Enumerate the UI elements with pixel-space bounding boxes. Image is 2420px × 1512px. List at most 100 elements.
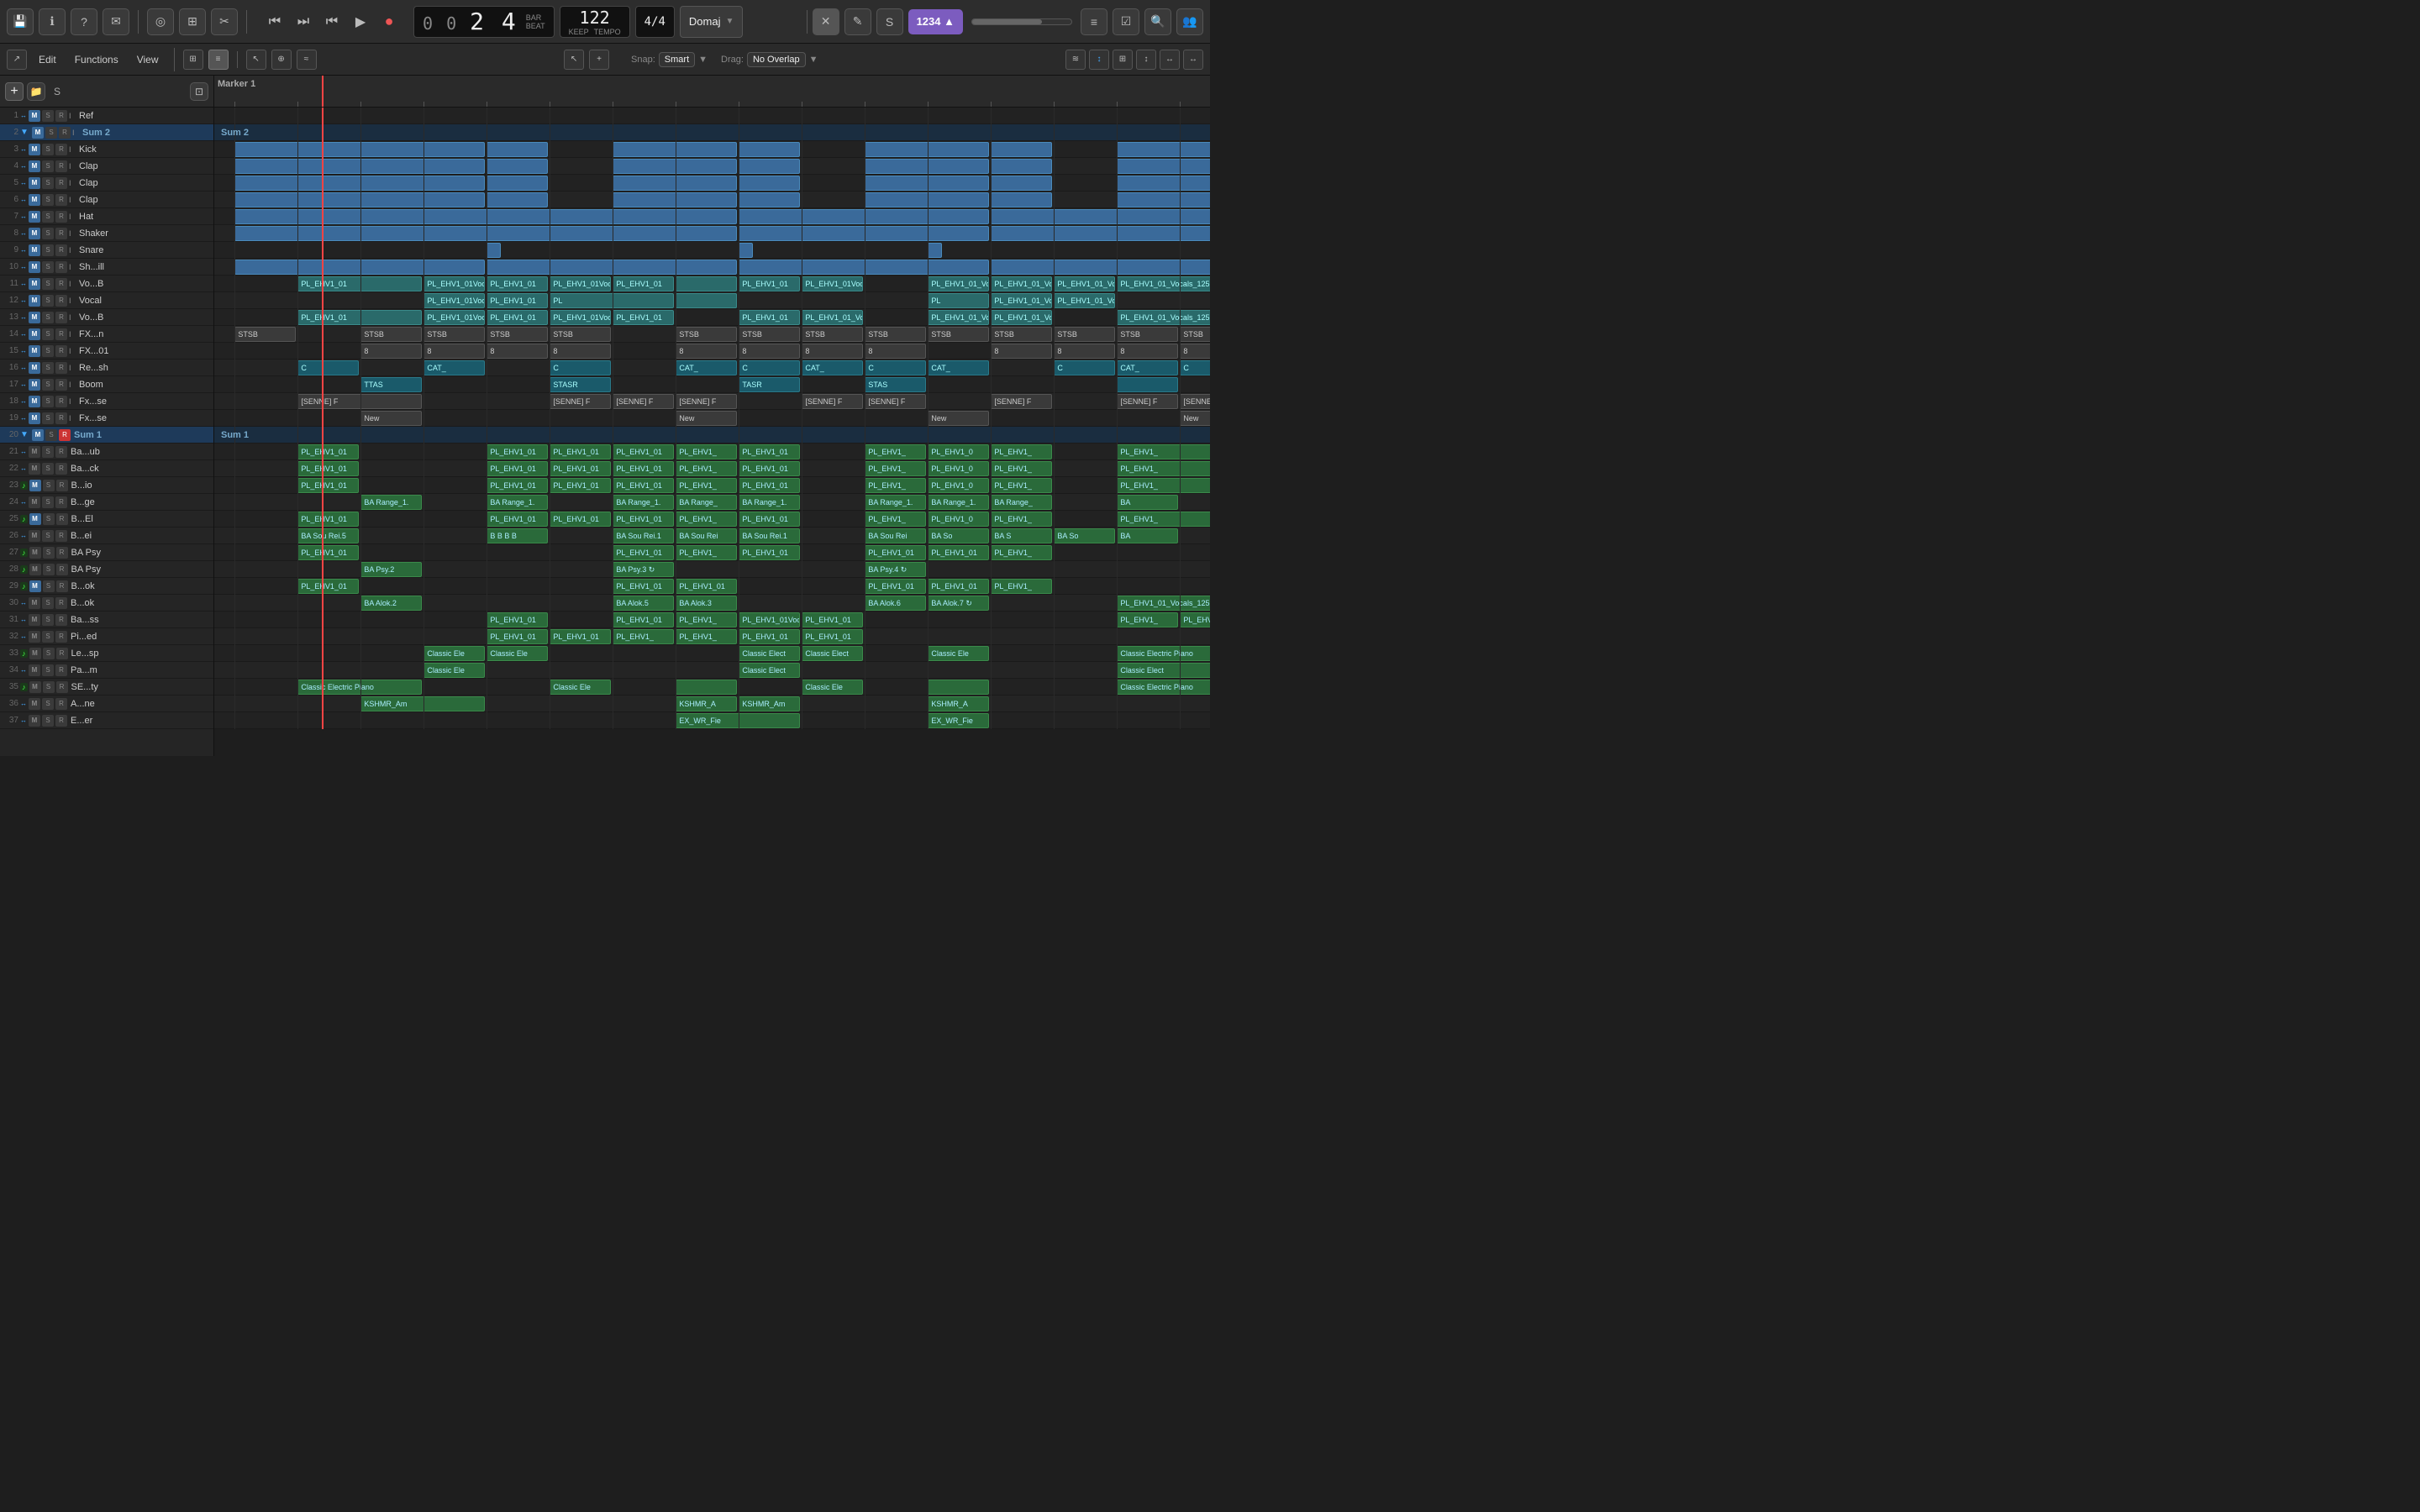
clip-35-5[interactable]: Classic Electric Piano <box>1117 680 1210 695</box>
clip-15-8[interactable]: 8 <box>991 344 1052 359</box>
zoom-fit-btn[interactable]: ⊞ <box>1113 50 1133 70</box>
clip-6-5[interactable] <box>991 192 1052 207</box>
clip-24-8[interactable]: BA <box>1117 495 1178 510</box>
clip-27-1[interactable]: PL_EHV1_01 <box>613 545 674 560</box>
clip-10-3[interactable] <box>991 260 1210 275</box>
record-btn-4[interactable]: R <box>55 160 67 172</box>
clip-8-2[interactable] <box>991 226 1210 241</box>
clip-14-6[interactable]: STSB <box>739 327 800 342</box>
clip-36-3[interactable]: KSHMR_A <box>928 696 989 711</box>
zoom-width-btn[interactable]: ↕ <box>1136 50 1156 70</box>
clip-21-7[interactable]: PL_EHV1_0 <box>928 444 989 459</box>
solo-btn-5[interactable]: S <box>42 177 54 189</box>
content-row-16[interactable]: CCAT_CCAT_CCAT_CCAT_CCAT_CCAT_ <box>214 360 1210 376</box>
mute-btn-17[interactable]: M <box>29 379 40 391</box>
track-row-36[interactable]: 36 ↔ M S R A...ne <box>0 696 213 712</box>
content-row-31[interactable]: PL_EHV1_01PL_EHV1_01PL_EHV1_PL_EHV1_01Vo… <box>214 612 1210 628</box>
track-row-31[interactable]: 31 ↔ M S R Ba...ss <box>0 612 213 628</box>
clip-3-1[interactable] <box>487 142 548 157</box>
clip-6-4[interactable] <box>865 192 989 207</box>
clip-33-5[interactable]: Classic Electric Piano <box>1117 646 1210 661</box>
clip-12-6[interactable]: PL_EHV1_01_Vocals_125 <box>991 293 1052 308</box>
solo-btn-31[interactable]: S <box>42 614 54 626</box>
track-row-24[interactable]: 24 ↔ M S R B...ge <box>0 494 213 511</box>
clip-11-6[interactable]: PL_EHV1_01 <box>739 276 800 291</box>
clip-34-1[interactable]: Classic Elect <box>739 663 800 678</box>
clip-9-1[interactable] <box>739 243 753 258</box>
track-row-30[interactable]: 30 ↔ M S R B...ok <box>0 595 213 612</box>
solo-btn-1[interactable]: S <box>42 110 54 122</box>
clip-30-0[interactable]: BA Alok.2 <box>360 596 422 611</box>
plus-btn[interactable]: + <box>589 50 609 70</box>
record-btn-2[interactable]: R <box>59 127 71 139</box>
solo-btn-19[interactable]: S <box>42 412 54 424</box>
content-row-15[interactable]: 8888888888888 <box>214 343 1210 360</box>
record-btn-22[interactable]: R <box>55 463 67 475</box>
record-btn-23[interactable]: R <box>56 480 68 491</box>
mute-btn-10[interactable]: M <box>29 261 40 273</box>
solo-btn-3[interactable]: S <box>42 144 54 155</box>
clip-31-0[interactable]: PL_EHV1_01 <box>487 612 548 627</box>
clip-18-2[interactable]: [SENNE] F <box>613 394 674 409</box>
solo-btn-37[interactable]: S <box>42 715 54 727</box>
clip-14-11[interactable]: STSB <box>1054 327 1115 342</box>
content-row-8[interactable] <box>214 225 1210 242</box>
clip-17-2[interactable]: TASR <box>739 377 800 392</box>
record-btn-33[interactable]: R <box>56 648 68 659</box>
content-row-3[interactable] <box>214 141 1210 158</box>
rewind-button[interactable]: ⏮ <box>262 10 287 34</box>
record-btn-11[interactable]: R <box>55 278 67 290</box>
clip-31-4[interactable]: PL_EHV1_01 <box>802 612 863 627</box>
clip-28-1[interactable]: BA Psy.3 ↻ <box>613 562 674 577</box>
solo-btn-13[interactable]: S <box>42 312 54 323</box>
clip-3-0[interactable] <box>234 142 485 157</box>
clip-3-5[interactable] <box>991 142 1052 157</box>
clip-15-3[interactable]: 8 <box>550 344 611 359</box>
content-row-27[interactable]: PL_EHV1_01PL_EHV1_01PL_EHV1_PL_EHV1_01PL… <box>214 544 1210 561</box>
clip-8-0[interactable] <box>234 226 737 241</box>
clip-23-1[interactable]: PL_EHV1_01 <box>487 478 548 493</box>
solo-btn-33[interactable]: S <box>43 648 55 659</box>
close-button[interactable]: ✕ <box>813 8 839 35</box>
content-row-29[interactable]: PL_EHV1_01PL_EHV1_01PL_EHV1_01PL_EHV1_01… <box>214 578 1210 595</box>
solo-btn-12[interactable]: S <box>42 295 54 307</box>
record-btn-12[interactable]: R <box>55 295 67 307</box>
track-row-11[interactable]: 11 ↔ M S R I Vo...B <box>0 276 213 292</box>
clip-13-9[interactable]: PL_EHV1_01_Vocals_125 <box>1117 310 1210 325</box>
clip-18-0[interactable]: [SENNE] F <box>297 394 422 409</box>
solo-btn-17[interactable]: S <box>42 379 54 391</box>
clip-24-4[interactable]: BA Range_1. <box>739 495 800 510</box>
mute-btn-36[interactable]: M <box>29 698 40 710</box>
expand-arrow-2[interactable]: ▼ <box>20 128 30 137</box>
content-row-26[interactable]: BA Sou Rei.5B B B BBA Sou Rei.1BA Sou Re… <box>214 528 1210 544</box>
clip-10-0[interactable] <box>234 260 485 275</box>
clip-24-3[interactable]: BA Range_ <box>676 495 737 510</box>
clip-11-2[interactable]: PL_EHV1_01 <box>487 276 548 291</box>
clip-4-2[interactable] <box>613 159 737 174</box>
solo-btn-4[interactable]: S <box>42 160 54 172</box>
mute-btn-11[interactable]: M <box>29 278 40 290</box>
clip-21-0[interactable]: PL_EHV1_01 <box>297 444 359 459</box>
clip-14-4[interactable]: STSB <box>550 327 611 342</box>
clip-21-3[interactable]: PL_EHV1_01 <box>613 444 674 459</box>
clip-18-1[interactable]: [SENNE] F <box>550 394 611 409</box>
solo-btn-30[interactable]: S <box>42 597 54 609</box>
clip-18-8[interactable]: [SENNE] F <box>1180 394 1210 409</box>
clip-6-1[interactable] <box>487 192 548 207</box>
clip-13-3[interactable]: PL_EHV1_01Vocals <box>550 310 611 325</box>
track-row-3[interactable]: 3 ↔ M S R I Kick <box>0 141 213 158</box>
solo-btn-24[interactable]: S <box>42 496 54 508</box>
mute-btn-27[interactable]: M <box>29 547 41 559</box>
mute-btn-33[interactable]: M <box>29 648 41 659</box>
clip-21-2[interactable]: PL_EHV1_01 <box>550 444 611 459</box>
marquee-btn[interactable]: ⊕ <box>271 50 292 70</box>
solo-btn-8[interactable]: S <box>42 228 54 239</box>
clip-30-1[interactable]: BA Alok.5 <box>613 596 674 611</box>
clip-14-10[interactable]: STSB <box>991 327 1052 342</box>
clip-34-2[interactable]: Classic Elect <box>1117 663 1210 678</box>
left-arrow-btn[interactable]: ↗ <box>7 50 27 70</box>
mute-btn-4[interactable]: M <box>29 160 40 172</box>
content-row-17[interactable]: TTASSTASRTASRSTAS <box>214 376 1210 393</box>
clip-10-1[interactable] <box>487 260 737 275</box>
content-row-35[interactable]: Classic Electric PianoClassic EleClassic… <box>214 679 1210 696</box>
